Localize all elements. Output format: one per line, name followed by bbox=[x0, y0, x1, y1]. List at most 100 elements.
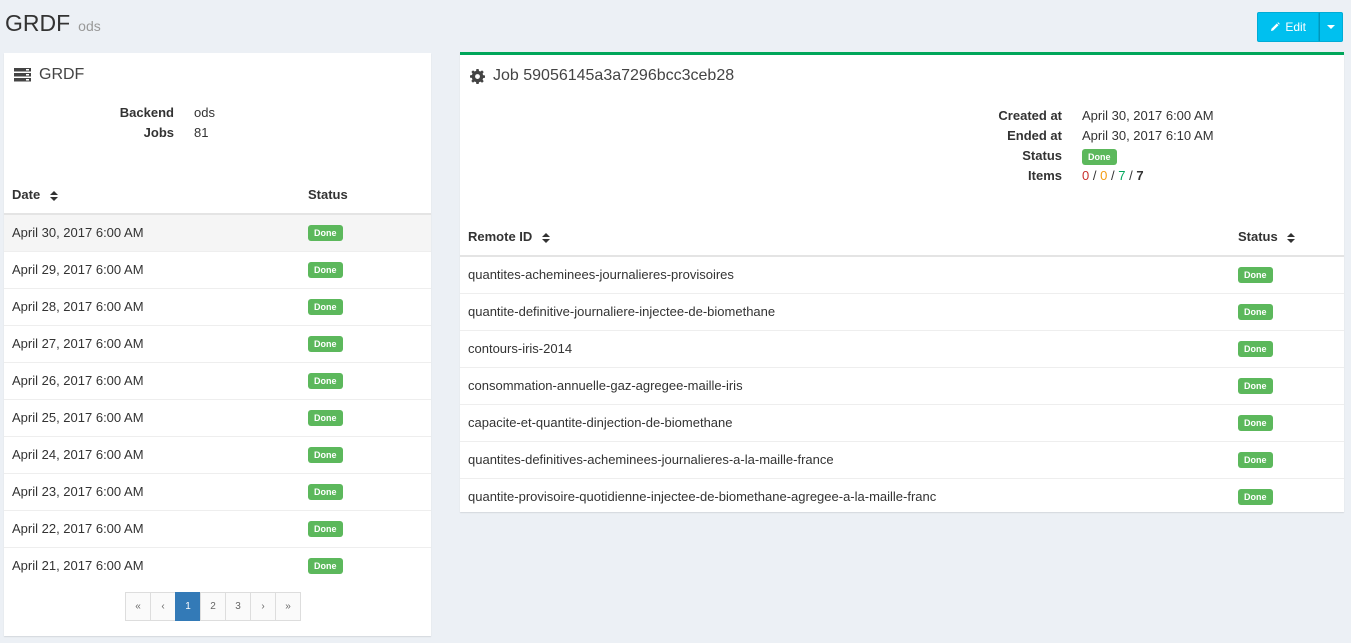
backend-label: Backend bbox=[119, 105, 174, 120]
status-badge: Done bbox=[308, 410, 343, 426]
status-badge: Done bbox=[1238, 341, 1273, 357]
backend-box-header: GRDF bbox=[4, 59, 431, 91]
items-separator: / bbox=[1129, 168, 1133, 183]
status-badge: Done bbox=[1238, 267, 1273, 284]
page-first[interactable]: « bbox=[125, 592, 151, 621]
job-row[interactable]: April 21, 2017 6:00 AM Done bbox=[4, 546, 431, 584]
status-column-header: Status bbox=[308, 176, 431, 215]
page-3[interactable]: 3 bbox=[225, 592, 251, 621]
item-row[interactable]: quantites-acheminees-journalieres-provis… bbox=[460, 255, 1344, 293]
page-next[interactable]: › bbox=[250, 592, 276, 621]
gear-icon bbox=[470, 68, 485, 84]
status-badge: Done bbox=[308, 521, 343, 537]
pencil-icon bbox=[1271, 22, 1281, 31]
status-badge: Done bbox=[308, 299, 343, 315]
job-row[interactable]: April 30, 2017 6:00 AM Done bbox=[4, 213, 431, 251]
item-remote-id: capacite-et-quantite-dinjection-de-biome… bbox=[460, 403, 1238, 441]
ended-label: Ended at bbox=[1007, 128, 1062, 143]
remote-id-column-label: Remote ID bbox=[468, 229, 533, 244]
ended-value: April 30, 2017 6:10 AM bbox=[1082, 128, 1214, 143]
edit-button-group: Edit bbox=[1257, 12, 1343, 42]
status-badge: Done bbox=[1238, 489, 1273, 506]
edit-button-label: Edit bbox=[1285, 20, 1306, 34]
job-date: April 22, 2017 6:00 AM bbox=[4, 509, 308, 547]
items-table-header: Remote ID Status bbox=[460, 218, 1344, 257]
status-badge: Done bbox=[308, 447, 343, 463]
sort-icon bbox=[1287, 232, 1296, 243]
backend-box-title: GRDF bbox=[39, 66, 85, 83]
job-date: April 25, 2017 6:00 AM bbox=[4, 398, 308, 436]
item-row[interactable]: quantite-definitive-journaliere-injectee… bbox=[460, 292, 1344, 330]
jobs-value: 81 bbox=[194, 125, 209, 140]
status-badge: Done bbox=[1238, 378, 1273, 394]
items-separator: / bbox=[1110, 168, 1115, 183]
job-date: April 28, 2017 6:00 AM bbox=[4, 287, 308, 325]
status-column-label: Status bbox=[1238, 229, 1278, 244]
jobs-table-header: Date Status bbox=[4, 176, 431, 215]
pagination: « ‹ 1 2 3 › » bbox=[125, 592, 301, 621]
job-row[interactable]: April 26, 2017 6:00 AM Done bbox=[4, 361, 431, 399]
page-header: GRDF ods bbox=[5, 10, 101, 44]
backend-value: ods bbox=[194, 105, 215, 120]
page-prev[interactable]: ‹ bbox=[150, 592, 176, 621]
job-box-title: Job 59056145a3a7296bcc3ceb28 bbox=[493, 67, 735, 84]
jobs-label: Jobs bbox=[143, 125, 174, 140]
items-value: 0 / 0 / 7 / 7 bbox=[1062, 166, 1322, 186]
chevron-down-icon bbox=[1327, 25, 1335, 29]
item-row[interactable]: consommation-annuelle-gaz-agregee-maille… bbox=[460, 366, 1344, 404]
remote-id-column-header[interactable]: Remote ID bbox=[460, 218, 1238, 257]
item-remote-id: quantites-definitives-acheminees-journal… bbox=[460, 440, 1238, 478]
items-label: Items bbox=[1028, 168, 1062, 183]
date-column-label: Date bbox=[12, 187, 41, 202]
status-badge: Done bbox=[308, 262, 343, 278]
page-subtitle: ods bbox=[78, 18, 101, 34]
created-value: April 30, 2017 6:00 AM bbox=[1082, 108, 1214, 123]
status-badge: Done bbox=[1082, 149, 1117, 165]
job-row[interactable]: April 24, 2017 6:00 AM Done bbox=[4, 435, 431, 473]
job-info: Created at April 30, 2017 6:00 AM Ended … bbox=[460, 106, 1344, 186]
status-badge: Done bbox=[308, 484, 343, 500]
job-row[interactable]: April 25, 2017 6:00 AM Done bbox=[4, 398, 431, 436]
item-remote-id: quantites-acheminees-journalieres-provis… bbox=[460, 255, 1238, 293]
status-label: Status bbox=[1022, 148, 1062, 163]
status-badge: Done bbox=[308, 336, 343, 352]
items-separator: / bbox=[1092, 168, 1097, 183]
backend-info: Backend ods Jobs 81 bbox=[4, 103, 431, 143]
status-badge: Done bbox=[308, 558, 343, 575]
date-column-header[interactable]: Date bbox=[4, 176, 308, 215]
job-row[interactable]: April 23, 2017 6:00 AM Done bbox=[4, 472, 431, 510]
status-badge: Done bbox=[308, 373, 343, 389]
item-remote-id: consommation-annuelle-gaz-agregee-maille… bbox=[460, 366, 1238, 404]
status-badge: Done bbox=[1238, 415, 1273, 431]
item-row[interactable]: contours-iris-2014 Done bbox=[460, 329, 1344, 367]
status-badge: Done bbox=[1238, 304, 1273, 320]
edit-button[interactable]: Edit bbox=[1257, 12, 1319, 42]
job-row[interactable]: April 22, 2017 6:00 AM Done bbox=[4, 509, 431, 547]
job-row[interactable]: April 27, 2017 6:00 AM Done bbox=[4, 324, 431, 362]
item-row[interactable]: capacite-et-quantite-dinjection-de-biome… bbox=[460, 403, 1344, 441]
status-column-header[interactable]: Status bbox=[1238, 218, 1344, 257]
item-row[interactable]: quantites-definitives-acheminees-journal… bbox=[460, 440, 1344, 478]
page-2[interactable]: 2 bbox=[200, 592, 226, 621]
items-table: Remote ID Status quantites-acheminees-jo… bbox=[460, 218, 1344, 515]
page-last[interactable]: » bbox=[275, 592, 301, 621]
item-remote-id: contours-iris-2014 bbox=[460, 329, 1238, 367]
sort-icon bbox=[49, 190, 58, 201]
job-row[interactable]: April 29, 2017 6:00 AM Done bbox=[4, 250, 431, 288]
created-label: Created at bbox=[998, 108, 1062, 123]
backend-box: GRDF Backend ods Jobs 81 Date Status Apr… bbox=[4, 53, 431, 636]
job-date: April 29, 2017 6:00 AM bbox=[4, 250, 308, 288]
status-badge: Done bbox=[1238, 452, 1273, 468]
job-box: Job 59056145a3a7296bcc3ceb28 Created at … bbox=[460, 52, 1344, 515]
job-date: April 24, 2017 6:00 AM bbox=[4, 435, 308, 473]
job-date: April 26, 2017 6:00 AM bbox=[4, 361, 308, 399]
edit-dropdown-toggle[interactable] bbox=[1319, 12, 1343, 42]
page-title: GRDF bbox=[5, 10, 71, 36]
job-date: April 21, 2017 6:00 AM bbox=[4, 546, 308, 584]
sort-icon bbox=[541, 232, 550, 243]
page-1[interactable]: 1 bbox=[175, 592, 201, 621]
item-row[interactable]: quantite-provisoire-quotidienne-injectee… bbox=[460, 477, 1344, 515]
job-row[interactable]: April 28, 2017 6:00 AM Done bbox=[4, 287, 431, 325]
items-warn: 0 bbox=[1100, 168, 1108, 183]
job-box-header: Job 59056145a3a7296bcc3ceb28 bbox=[460, 60, 1344, 92]
